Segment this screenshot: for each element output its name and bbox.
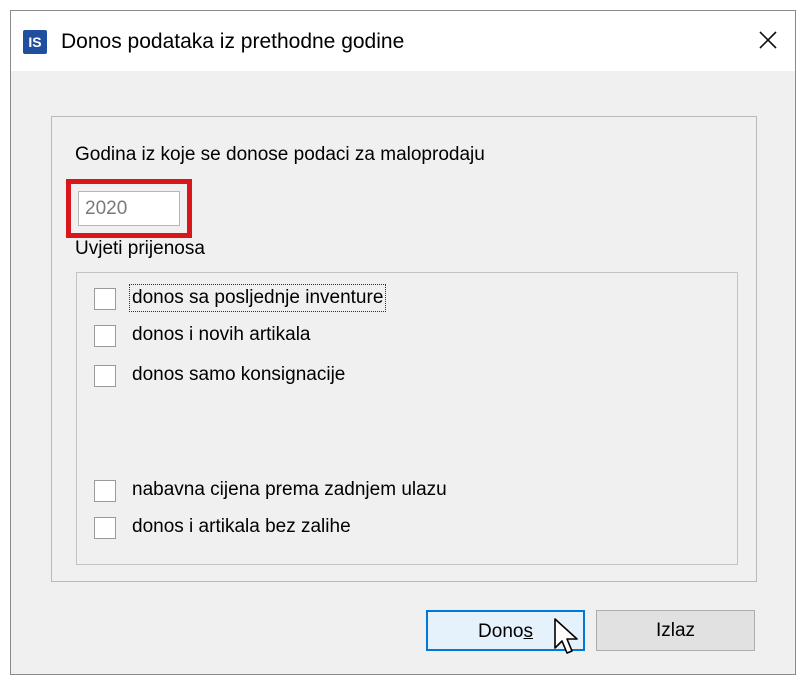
conditions-box: donos sa posljednje inventure donos i no…: [76, 272, 738, 565]
donos-button-mnemonic: s: [523, 621, 533, 642]
conditions-label: Uvjeti prijenosa: [75, 238, 205, 259]
title-bar[interactable]: IS Donos podataka iz prethodne godine: [11, 11, 795, 71]
checkbox-label[interactable]: nabavna cijena prema zadnjem ulazu: [130, 477, 449, 503]
checkbox-label[interactable]: donos i artikala bez zalihe: [130, 514, 353, 540]
checkbox[interactable]: [94, 325, 116, 347]
close-icon: [759, 31, 777, 49]
checkbox-label[interactable]: donos i novih artikala: [130, 322, 313, 348]
checkbox[interactable]: [94, 288, 116, 310]
close-button[interactable]: [749, 21, 787, 61]
year-input[interactable]: [78, 191, 180, 226]
checkbox-label[interactable]: donos sa posljednje inventure: [128, 284, 387, 312]
options-group: Godina iz koje se donose podaci za malop…: [51, 116, 757, 582]
dialog-title: Donos podataka iz prethodne godine: [61, 30, 405, 53]
checkbox[interactable]: [94, 517, 116, 539]
app-logo-icon: IS: [23, 30, 47, 54]
donos-button-label: Dono: [478, 621, 524, 642]
checkbox[interactable]: [94, 480, 116, 502]
checkbox-label[interactable]: donos samo konsignacije: [130, 362, 347, 388]
checkbox[interactable]: [94, 365, 116, 387]
exit-button[interactable]: Izlaz: [596, 610, 755, 651]
year-label: Godina iz koje se donose podaci za malop…: [75, 144, 485, 165]
year-highlight-frame: [66, 179, 192, 238]
dialog-window: IS Donos podataka iz prethodne godine Go…: [10, 10, 796, 675]
mouse-cursor-icon: [554, 618, 578, 654]
